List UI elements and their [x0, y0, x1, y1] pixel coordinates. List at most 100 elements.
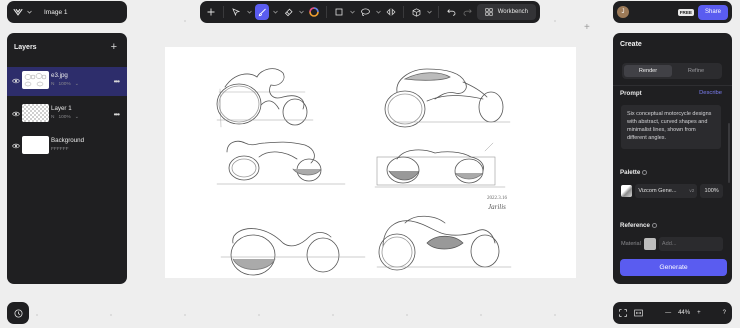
sketch-date: 2022.3.16 [487, 196, 508, 201]
brush-icon [258, 8, 266, 16]
chevron-down-icon[interactable] [297, 4, 305, 20]
chevron-down-icon[interactable] [246, 4, 254, 20]
sketch-1 [216, 68, 314, 128]
workbench-button[interactable]: Workbench [476, 4, 536, 20]
app-header: Image 1 [7, 1, 127, 23]
brush-tool-button[interactable] [255, 4, 270, 20]
prompt-label: Prompt [620, 90, 642, 97]
layer-row-e3[interactable]: e3.jpg N 100% ⌄ ••• [7, 67, 127, 96]
chevron-down-icon[interactable]: ⌄ [75, 115, 79, 120]
eraser-icon [284, 8, 293, 16]
layers-panel: Layers + e3.jpg N 100% ⌄ ••• Layer 1 N 1… [7, 33, 127, 284]
scrollbar[interactable] [728, 123, 730, 183]
zoom-level[interactable]: 44% [678, 310, 690, 316]
eye-icon[interactable] [12, 78, 20, 84]
layer-meta: N 100% ⌄ [51, 115, 79, 120]
add-layer-button[interactable]: + [111, 42, 117, 53]
layer-meta: FFFFFF [51, 147, 69, 152]
layers-heading: Layers [14, 44, 37, 51]
history-button[interactable] [7, 302, 29, 324]
palette-strength[interactable]: 100% [700, 183, 723, 198]
generate-button[interactable]: Generate [620, 259, 727, 276]
describe-link[interactable]: Describe [699, 90, 722, 96]
palette-name: Vizcom Gene... [638, 187, 677, 194]
redo-button[interactable] [460, 4, 474, 20]
prompt-input[interactable]: Six conceptual motorcycle designs with a… [621, 105, 721, 149]
chevron-down-icon[interactable] [426, 4, 434, 20]
info-icon[interactable] [642, 169, 648, 175]
chevron-down-icon[interactable] [349, 4, 357, 20]
layer-opacity: 100% [58, 115, 71, 120]
material-label: Material [621, 240, 641, 247]
symmetry-tool-button[interactable] [384, 4, 398, 20]
eye-icon[interactable] [12, 111, 20, 117]
fit-screen-icon[interactable] [619, 309, 627, 317]
tab-render[interactable]: Render [624, 65, 672, 77]
fit-width-icon[interactable] [634, 309, 643, 317]
layer-thumbnail [22, 71, 49, 89]
create-heading: Create [620, 41, 642, 48]
create-panel: Create Render Refine Prompt Describe Six… [613, 33, 732, 284]
redo-icon [463, 9, 472, 16]
grid-icon [485, 8, 493, 16]
document-title[interactable]: Image 1 [44, 9, 68, 16]
palette-version: v2 [689, 188, 695, 193]
layer-meta: N 100% ⌄ [51, 82, 79, 87]
sketch-5 [220, 228, 366, 276]
palette-select[interactable]: Vizcom Gene... v2 [635, 183, 698, 198]
cursor-icon [232, 8, 241, 16]
toolbar-divider [403, 6, 405, 18]
square-icon [335, 8, 343, 16]
palette-label: Palette [620, 169, 648, 176]
color-picker-button[interactable] [307, 4, 321, 20]
material-thumbnail[interactable] [643, 237, 656, 250]
sketch-6 [376, 215, 512, 271]
vizcom-logo-icon[interactable] [13, 8, 23, 16]
undo-button[interactable] [444, 4, 458, 20]
avatar[interactable]: J [617, 6, 629, 18]
zoom-in-icon[interactable]: + [697, 310, 701, 316]
select-tool-button[interactable] [229, 4, 243, 20]
toolbar-divider [326, 6, 328, 18]
chevron-down-icon[interactable]: ⌄ [75, 82, 79, 87]
layer-blend-mode: N [51, 115, 55, 120]
chevron-down-icon[interactable] [27, 10, 32, 14]
layer-row-layer-1[interactable]: Layer 1 N 100% ⌄ ••• [7, 100, 127, 129]
share-button[interactable]: Share [698, 4, 728, 20]
shape-tool-button[interactable] [332, 4, 346, 20]
eraser-tool-button[interactable] [281, 4, 295, 20]
info-icon[interactable] [651, 222, 657, 228]
zoom-bar: — 44% + ? [613, 302, 732, 324]
more-options-icon[interactable]: ••• [114, 77, 120, 86]
layer-thumbnail [22, 136, 49, 154]
sketch-signature: Jarilis [488, 203, 506, 211]
3d-tool-button[interactable] [409, 4, 423, 20]
more-options-icon[interactable]: ••• [114, 110, 120, 119]
tab-refine[interactable]: Refine [672, 65, 720, 77]
layer-row-background[interactable]: Background FFFFFF [7, 132, 127, 161]
layer-name: e3.jpg [51, 72, 68, 79]
tool-toolbar: Workbench [200, 1, 540, 23]
palette-row: Vizcom Gene... v2 100% [621, 183, 723, 198]
help-button[interactable]: ? [723, 310, 726, 316]
layer-name: Layer 1 [51, 105, 72, 112]
layer-name: Background [51, 137, 85, 144]
zoom-out-icon[interactable]: — [665, 310, 671, 316]
clock-icon [14, 309, 22, 317]
layer-blend-mode: N [51, 82, 55, 87]
lasso-tool-button[interactable] [358, 4, 372, 20]
eye-icon[interactable] [12, 143, 20, 149]
symmetry-icon [386, 8, 396, 16]
reference-add-field[interactable]: Add... [658, 236, 723, 251]
add-tool-button[interactable] [204, 4, 218, 20]
color-wheel-icon [309, 7, 319, 17]
add-canvas-icon[interactable]: + [584, 22, 590, 33]
palette-thumbnail[interactable] [621, 184, 633, 197]
drawing-canvas[interactable]: 2022.3.16 Jarilis [165, 47, 576, 278]
reference-label-text: Reference [620, 222, 650, 229]
toolbar-divider [438, 6, 440, 18]
chevron-down-icon[interactable] [374, 4, 382, 20]
chevron-down-icon[interactable] [271, 4, 279, 20]
sketch-4 [374, 142, 506, 188]
divider [613, 85, 732, 86]
